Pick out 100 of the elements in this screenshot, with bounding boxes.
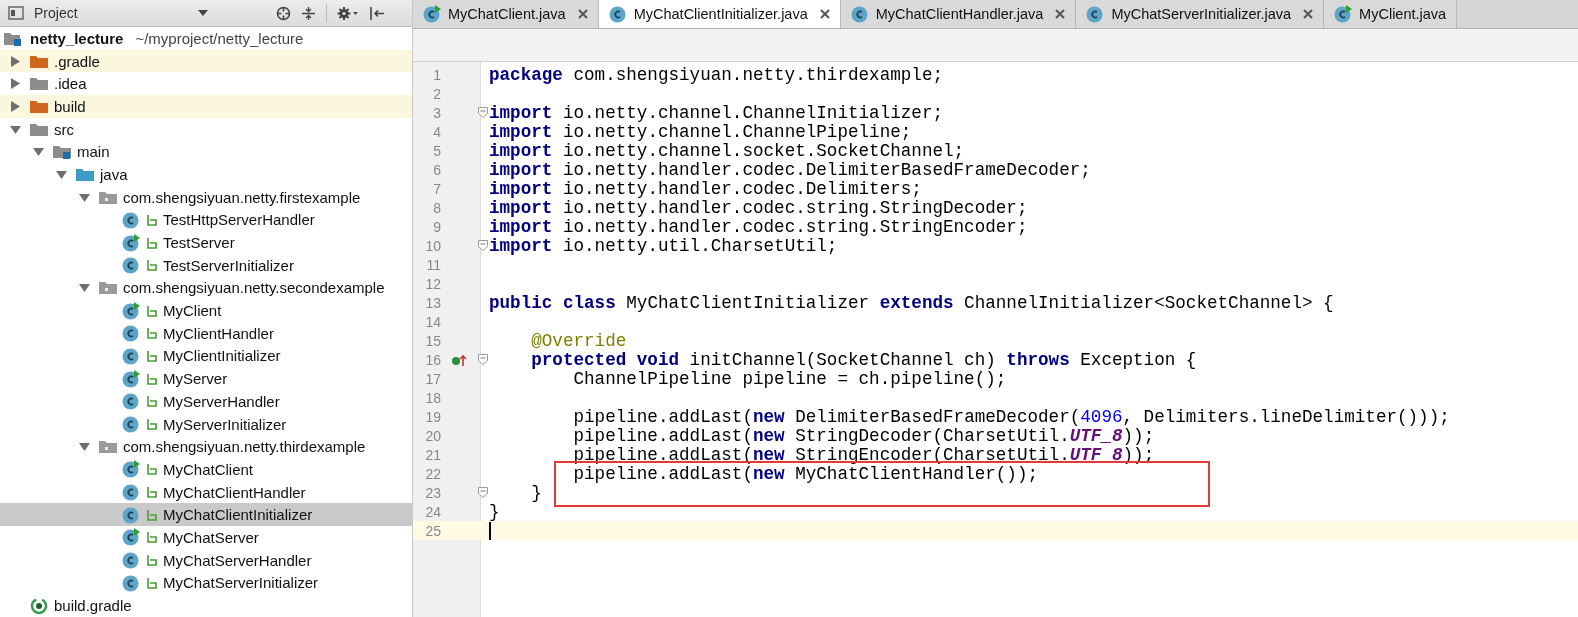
tree-row[interactable]: MyClient [0,299,412,322]
tree-item-label: MyChatClientHandler [163,483,306,501]
access-icon [146,395,157,408]
code-line: import io.netty.handler.codec.string.StringDecoder; [489,197,1028,218]
project-name[interactable]: netty_lecture [30,29,124,47]
folder-icon [30,98,48,114]
code-line: } [530,482,542,503]
tree-item-label: MyChatServerInitializer [163,574,319,592]
fold-marker-icon[interactable] [478,487,488,498]
access-icon [146,463,157,476]
line-number: 21 [424,446,441,463]
tree-row[interactable]: MyChatServerHandler [0,548,412,572]
code-line: import io.netty.handler.codec.DelimiterBasedFrameDecoder; [489,159,1091,180]
expand-arrow-icon[interactable] [10,55,21,67]
line-number: 15 [424,332,441,349]
editor-tab[interactable]: MyChatClientInitializer.java [598,0,841,28]
access-icon [146,508,157,521]
code-line: import io.netty.handler.codec.Delimiters; [489,178,922,199]
tree-item-label: com.shengsiyuan.netty.thirdexample [123,438,366,456]
tree-row[interactable]: MyServerHandler [0,390,412,413]
tree-row[interactable]: build [0,95,412,118]
tree-row[interactable]: MyServerInitializer [0,412,412,436]
tree-item-label: build.gradle [54,597,132,615]
tree-row[interactable]: MyClientHandler [0,321,412,345]
access-icon [146,349,157,362]
expand-arrow-icon[interactable] [10,123,21,135]
tree-item-label: .gradle [54,52,100,70]
tree-row[interactable]: .gradle [0,49,412,73]
module-folder-icon [4,30,22,46]
access-icon [146,418,157,431]
project-icon [8,6,24,20]
folder-icon [76,166,94,182]
line-number: 9 [432,218,441,235]
panel-title: Project [34,5,78,21]
code-line: pipeline.addLast(new StringDecoder(CharsetUtil.UTF_8)); [572,425,1155,446]
code-line: pipeline.addLast(new MyChatClientHandler()); [572,463,1039,484]
access-icon [146,327,157,340]
tree-item-label: MyChatClientInitializer [163,506,313,524]
package-icon [99,189,117,205]
line-number: 17 [424,370,441,387]
expand-arrow-icon[interactable] [79,191,90,203]
settings-icon[interactable] [336,5,359,21]
tree-row[interactable]: MyChatServerInitializer [0,571,412,595]
expand-arrow-icon[interactable] [33,146,44,158]
tree-row[interactable]: main [0,140,412,164]
close-icon[interactable] [1055,9,1066,19]
tree-row[interactable]: com.shengsiyuan.netty.firstexample [0,185,412,209]
tree-item-label: main [77,143,110,161]
tree-row[interactable]: MyClientInitializer [0,344,412,368]
expand-arrow-icon[interactable] [79,441,90,453]
folder-icon [30,53,48,69]
dropdown-caret-icon[interactable] [197,10,208,16]
tree-row[interactable]: MyChatClientHandler [0,480,412,504]
tree-row[interactable]: TestServer [0,231,412,254]
line-number: 19 [424,408,441,425]
close-icon[interactable] [1303,9,1314,19]
tree-row[interactable]: com.shengsiyuan.netty.secondexample [0,276,412,300]
tree-row[interactable]: .idea [0,72,412,96]
line-number: 25 [424,522,441,539]
tree-item-label: com.shengsiyuan.netty.firstexample [123,188,361,206]
tree-item-label: MyChatServer [163,528,259,546]
line-number: 2 [432,85,441,102]
package-icon [99,439,117,455]
locate-icon[interactable] [275,5,291,21]
tree-row[interactable]: java [0,163,412,186]
expand-arrow-icon[interactable] [10,78,21,90]
close-icon[interactable] [819,9,830,19]
tree-row[interactable]: build.gradle [0,594,412,617]
tree-item-label: MyServerHandler [163,392,280,410]
expand-arrow-icon[interactable] [56,168,67,180]
fold-marker-icon[interactable] [478,240,488,251]
code-line: import io.netty.channel.socket.SocketChannel; [489,140,965,161]
override-icon[interactable] [451,353,467,366]
expand-arrow-icon[interactable] [79,282,90,294]
line-number: 20 [424,427,441,444]
tree-row[interactable]: MyChatServer [0,526,412,549]
expand-arrow-icon[interactable] [10,100,21,112]
code-line: } [489,501,500,522]
tree-row[interactable]: MyChatClientInitializer [0,503,412,527]
close-icon[interactable] [577,9,588,19]
hide-panel-icon[interactable] [368,5,385,21]
tree-row[interactable]: MyChatClient [0,458,412,481]
gradle-file-icon [30,596,48,615]
tree-row[interactable]: TestHttpServerHandler [0,208,412,232]
fold-marker-icon[interactable] [478,107,488,118]
tree-row[interactable]: src [0,117,412,141]
code-line: protected void initChannel(SocketChannel ch) throws Exception { [530,349,1197,370]
collapse-all-icon[interactable] [300,5,316,21]
line-number: 22 [424,465,441,482]
tree-row[interactable]: TestServerInitializer [0,253,412,277]
line-number: 12 [424,275,441,292]
folder-icon [53,144,71,160]
code-line: import io.netty.util.CharsetUtil; [489,235,838,256]
tree-item-label: build [54,97,86,115]
tree-item-label: MyClientInitializer [163,347,281,365]
fold-marker-icon[interactable] [478,354,488,365]
tree-row[interactable]: MyServer [0,367,412,390]
tree-row[interactable]: com.shengsiyuan.netty.thirdexample [0,435,412,459]
code-line: package com.shengsiyuan.netty.thirdexample; [489,64,943,85]
tree-item-label: MyChatServerHandler [163,551,312,569]
